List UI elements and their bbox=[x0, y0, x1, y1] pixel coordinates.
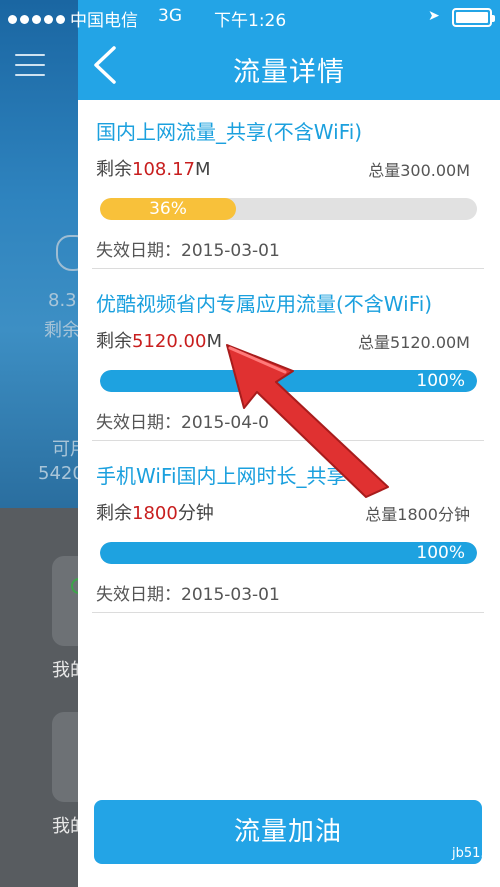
carrier-name: 中国电信 bbox=[70, 11, 138, 31]
signal-strength-icon bbox=[8, 9, 68, 29]
remaining-unit: M bbox=[194, 159, 211, 180]
refuel-button[interactable]: 流量加油 bbox=[94, 800, 482, 864]
card-divider bbox=[92, 612, 484, 613]
usage-percent-label: 36% bbox=[149, 199, 187, 219]
flow-package-card: 优酷视频省内专属应用流量(不含WiFi) 剩余5120.00M 总量5120.0… bbox=[92, 288, 484, 441]
total-amount: 总量5120.00M bbox=[358, 333, 470, 352]
remaining-amount: 剩余5120.00M bbox=[96, 327, 222, 353]
location-icon: ➤ bbox=[428, 8, 440, 24]
menu-icon[interactable] bbox=[15, 54, 45, 76]
watermark-url: jb51.net bbox=[452, 846, 500, 861]
remaining-value: 1800 bbox=[132, 503, 178, 524]
remaining-label: 剩余 bbox=[96, 159, 132, 180]
usage-progress-bar: 36% bbox=[100, 198, 477, 220]
remaining-unit: M bbox=[206, 331, 222, 352]
remaining-amount: 剩余108.17M bbox=[96, 155, 211, 181]
battery-icon bbox=[452, 8, 495, 27]
card-divider bbox=[92, 440, 484, 441]
status-time: 下午1:26 bbox=[214, 11, 287, 31]
background-label: 剩余 bbox=[44, 320, 80, 341]
package-title: 国内上网流量_共享(不含WiFi) bbox=[96, 120, 363, 144]
usage-percent-label: 100% bbox=[416, 371, 465, 391]
background-available-value: 5420 bbox=[38, 463, 84, 484]
remaining-label: 剩余 bbox=[96, 331, 132, 352]
flow-package-card: 国内上网流量_共享(不含WiFi) 剩余108.17M 总量300.00M 36… bbox=[92, 116, 484, 269]
status-bar: 中国电信 3G 下午1:26 ➤ bbox=[0, 0, 500, 36]
page-title: 流量详情 bbox=[233, 57, 345, 88]
watermark-name: 脚本之家 bbox=[407, 866, 492, 887]
remaining-label: 剩余 bbox=[96, 503, 132, 524]
remaining-unit: 分钟 bbox=[177, 503, 214, 524]
card-divider bbox=[92, 268, 484, 269]
remaining-value: 108.17 bbox=[132, 159, 195, 180]
flow-package-card: 手机WiFi国内上网时长_共享 剩余1800分钟 总量1800分钟 100% 失… bbox=[92, 460, 484, 613]
usage-progress-bar: 100% bbox=[100, 542, 477, 564]
package-title: 优酷视频省内专属应用流量(不含WiFi) bbox=[96, 292, 433, 316]
usage-percent-label: 100% bbox=[416, 543, 465, 563]
expiry-date: 失效日期：2015-03-01 bbox=[96, 585, 280, 605]
total-amount: 总量1800分钟 bbox=[365, 505, 470, 524]
remaining-value: 5120.00 bbox=[132, 331, 207, 352]
flow-detail-panel: 流量详情 国内上网流量_共享(不含WiFi) 剩余108.17M 总量300.0… bbox=[78, 0, 500, 887]
background-value: 8.3 bbox=[48, 290, 77, 311]
usage-progress-bar: 100% bbox=[100, 370, 477, 392]
remaining-amount: 剩余1800分钟 bbox=[96, 499, 214, 525]
network-type: 3G bbox=[158, 6, 182, 26]
package-title: 手机WiFi国内上网时长_共享 bbox=[96, 464, 347, 488]
expiry-date: 失效日期：2015-04-0 bbox=[96, 413, 269, 433]
expiry-date: 失效日期：2015-03-01 bbox=[96, 241, 280, 261]
total-amount: 总量300.00M bbox=[368, 161, 470, 180]
